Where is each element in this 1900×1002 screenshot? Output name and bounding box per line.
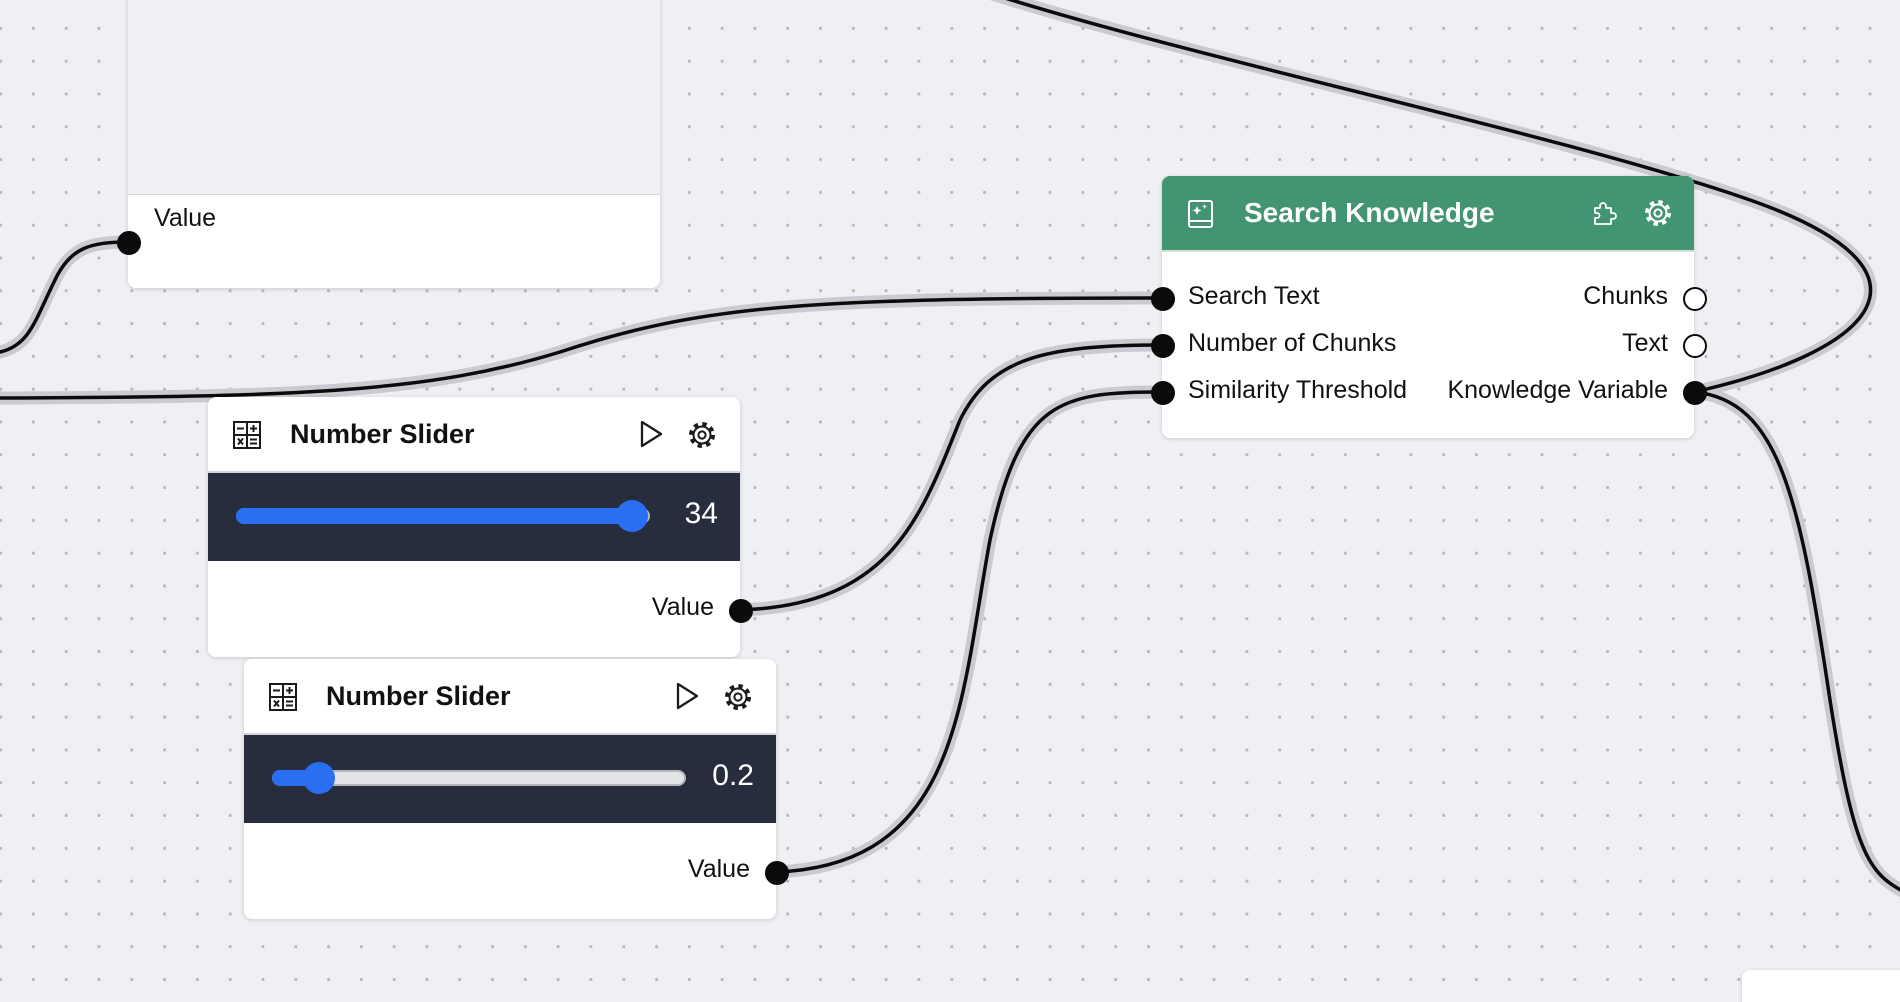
slider-track[interactable] — [272, 762, 686, 794]
output-port-knowledge-variable[interactable] — [1683, 381, 1707, 405]
output-port-text[interactable] — [1683, 334, 1707, 358]
slider-panel: 34 — [208, 473, 740, 561]
slider-thumb[interactable] — [616, 500, 648, 532]
puzzle-piece-icon[interactable] — [1590, 198, 1620, 228]
top-node[interactable]: Value — [128, 0, 660, 288]
slider-fill — [236, 508, 632, 524]
calculator-icon — [269, 683, 297, 711]
input-label-search-text: Search Text — [1188, 282, 1320, 310]
slider-value-port[interactable] — [765, 861, 789, 885]
output-label-knowledge-variable: Knowledge Variable — [1447, 376, 1668, 404]
input-port-number-of-chunks[interactable] — [1151, 334, 1175, 358]
output-label-chunks: Chunks — [1583, 282, 1668, 310]
input-port-search-text[interactable] — [1151, 287, 1175, 311]
node-title: Number Slider — [326, 681, 511, 711]
gear-icon[interactable] — [1642, 197, 1674, 229]
play-icon[interactable] — [670, 680, 702, 712]
node-preview-area — [128, 0, 660, 195]
number-slider-node[interactable]: Number Slider 34 Value — [208, 397, 740, 657]
wire-knowledge-variable-out[interactable] — [1692, 390, 1900, 895]
wire-number-of-chunks[interactable] — [738, 343, 1164, 612]
play-icon[interactable] — [634, 418, 666, 450]
node-title: Search Knowledge — [1244, 197, 1495, 228]
output-label-text: Text — [1622, 329, 1668, 357]
calculator-icon — [233, 421, 261, 449]
slider-value: 34 — [684, 497, 718, 530]
node-header: Number Slider — [244, 659, 776, 735]
input-port-similarity-threshold[interactable] — [1151, 381, 1175, 405]
slider-track[interactable] — [236, 500, 650, 532]
slider-thumb[interactable] — [303, 762, 336, 794]
gear-icon[interactable] — [722, 681, 754, 713]
number-slider-node[interactable]: Number Slider 0.2 Value — [244, 659, 776, 919]
input-label-similarity-threshold: Similarity Threshold — [1188, 376, 1408, 404]
top-node-value-port[interactable] — [117, 231, 141, 255]
slider-panel: 0.2 — [244, 735, 776, 823]
offscreen-node[interactable] — [1742, 970, 1900, 1002]
node-header: Search Knowledge — [1162, 176, 1694, 252]
wire-similarity-threshold[interactable] — [774, 390, 1164, 874]
input-label-number-of-chunks: Number of Chunks — [1188, 329, 1397, 357]
slider-value-port[interactable] — [729, 599, 753, 623]
top-node-value-label: Value — [154, 204, 217, 232]
gear-icon[interactable] — [686, 419, 718, 451]
slider-output-label: Value — [687, 855, 750, 883]
wire-top-node-value[interactable] — [0, 240, 130, 354]
output-port-chunks[interactable] — [1683, 287, 1707, 311]
knowledge-book-icon — [1188, 200, 1213, 228]
search-knowledge-node[interactable]: Search Knowledge Search Text Number of C… — [1162, 176, 1694, 438]
node-header: Number Slider — [208, 397, 740, 473]
slider-value: 0.2 — [712, 759, 754, 792]
wire-search-text[interactable] — [0, 296, 1164, 400]
slider-output-label: Value — [651, 593, 714, 621]
node-title: Number Slider — [290, 419, 475, 449]
flow-canvas[interactable]: Value Number Slider 34 Value Number Slid… — [0, 0, 1900, 1002]
